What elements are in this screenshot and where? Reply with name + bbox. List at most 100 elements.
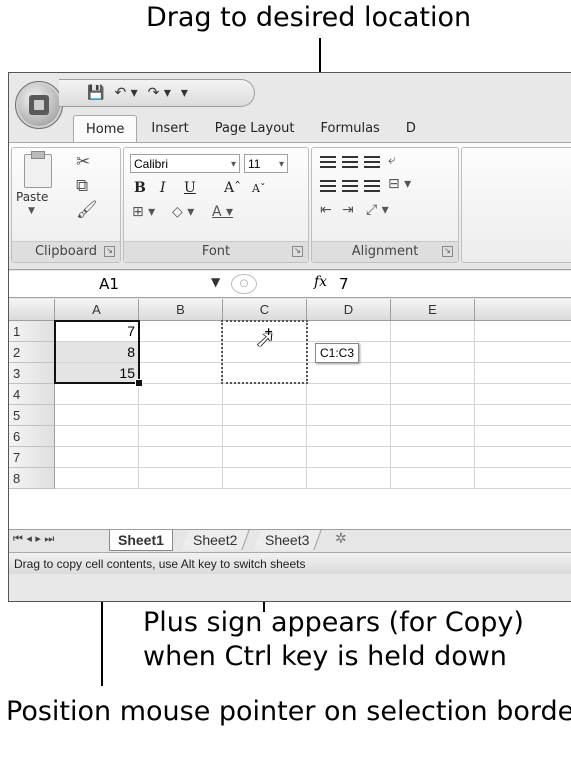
alignment-launcher-icon[interactable]: ↘ (442, 246, 453, 257)
cell[interactable] (139, 321, 223, 342)
sheet-navigation-icons[interactable]: ⏮ ◂ ▸ ⏭ (13, 532, 54, 546)
orientation-icon[interactable]: ⤢ ▾ (366, 202, 389, 218)
undo-icon[interactable]: ↶ ▾ (114, 85, 137, 101)
font-size-combo[interactable]: 11 ▾ (244, 154, 288, 173)
cell[interactable] (307, 321, 391, 342)
column-header-a[interactable]: A (55, 299, 139, 321)
cell[interactable] (55, 384, 139, 405)
font-name-combo[interactable]: Calibri ▾ (130, 154, 240, 173)
paste-dropdown-icon[interactable]: ▼ (28, 206, 35, 216)
cell[interactable] (55, 426, 139, 447)
merge-center-icon[interactable]: ⊟ ▾ (388, 176, 411, 192)
row-header-4[interactable]: 4 (9, 384, 55, 405)
cell[interactable] (223, 468, 307, 489)
column-header-e[interactable]: E (391, 299, 475, 321)
cell[interactable] (55, 468, 139, 489)
cell[interactable] (55, 405, 139, 426)
cell[interactable] (391, 384, 475, 405)
cell[interactable] (139, 447, 223, 468)
column-header-b[interactable]: B (139, 299, 223, 321)
cell[interactable] (139, 426, 223, 447)
formula-bar-expand-icon[interactable]: ○ (231, 274, 257, 294)
cell[interactable] (139, 468, 223, 489)
cell[interactable] (55, 447, 139, 468)
tab-data[interactable]: D (394, 115, 428, 143)
save-icon[interactable]: 💾 (87, 85, 104, 101)
increase-indent-icon[interactable]: ⇥ (342, 202, 354, 218)
cell[interactable] (307, 447, 391, 468)
customize-qat-icon[interactable]: ▾ (181, 85, 188, 101)
cell[interactable] (223, 405, 307, 426)
office-button[interactable] (15, 81, 63, 129)
wrap-text-icon[interactable]: ⤶ (388, 152, 396, 168)
cell[interactable] (391, 363, 475, 384)
insert-sheet-icon[interactable]: ✲ (335, 531, 347, 547)
cell[interactable] (307, 405, 391, 426)
worksheet-grid[interactable]: A B C D E 1 2 3 4 5 6 7 8 7 8 15 ➚ + C1:… (9, 299, 571, 529)
underline-button[interactable]: U (184, 180, 196, 196)
name-box[interactable]: A1 (9, 273, 209, 295)
cell[interactable] (475, 468, 571, 489)
row-header-2[interactable]: 2 (9, 342, 55, 363)
name-box-dropdown-icon[interactable]: ▼ (211, 275, 220, 289)
tab-insert[interactable]: Insert (139, 115, 200, 143)
cell[interactable] (475, 342, 571, 363)
align-middle-icon[interactable] (342, 156, 358, 170)
font-launcher-icon[interactable]: ↘ (292, 246, 303, 257)
align-left-icon[interactable] (320, 180, 336, 194)
cell[interactable] (223, 426, 307, 447)
select-all-corner[interactable] (9, 299, 55, 321)
cell[interactable] (139, 363, 223, 384)
cell[interactable] (391, 426, 475, 447)
formula-input[interactable]: 7 (339, 273, 349, 295)
row-header-7[interactable]: 7 (9, 447, 55, 468)
selection-border[interactable] (54, 320, 140, 384)
sheet-tab-sheet2[interactable]: Sheet2 (181, 530, 251, 550)
row-header-8[interactable]: 8 (9, 468, 55, 489)
bold-button[interactable]: B (134, 180, 146, 196)
cell[interactable] (223, 384, 307, 405)
column-header-c[interactable]: C (223, 299, 307, 321)
cell[interactable] (475, 426, 571, 447)
column-header-f[interactable] (475, 299, 571, 321)
align-top-icon[interactable] (320, 156, 336, 170)
cell[interactable] (307, 426, 391, 447)
cell[interactable] (475, 447, 571, 468)
cell[interactable] (307, 468, 391, 489)
cell[interactable] (391, 342, 475, 363)
cell[interactable] (475, 405, 571, 426)
cell[interactable] (391, 447, 475, 468)
tab-page-layout[interactable]: Page Layout (203, 115, 307, 143)
cut-icon[interactable]: ✂ (76, 152, 90, 172)
fill-handle[interactable] (135, 379, 143, 387)
decrease-indent-icon[interactable]: ⇤ (320, 202, 332, 218)
fill-color-icon[interactable]: ◇ ▾ (172, 204, 194, 220)
align-center-icon[interactable] (342, 180, 358, 194)
row-header-1[interactable]: 1 (9, 321, 55, 342)
column-header-d[interactable]: D (307, 299, 391, 321)
cell[interactable] (475, 321, 571, 342)
cell[interactable] (391, 405, 475, 426)
copy-icon[interactable]: ⧉ (76, 176, 88, 196)
sheet-tab-sheet3[interactable]: Sheet3 (253, 530, 323, 550)
cell[interactable] (307, 363, 391, 384)
cell[interactable] (139, 384, 223, 405)
row-header-5[interactable]: 5 (9, 405, 55, 426)
cell[interactable] (475, 363, 571, 384)
cell[interactable] (475, 384, 571, 405)
clipboard-launcher-icon[interactable]: ↘ (104, 246, 115, 257)
grow-font-button[interactable]: Aˆ (224, 180, 241, 196)
cell[interactable] (307, 384, 391, 405)
italic-button[interactable]: I (160, 180, 166, 196)
cell[interactable] (139, 405, 223, 426)
paste-button-label[interactable]: Paste (16, 190, 48, 204)
borders-icon[interactable]: ⊞ ▾ (132, 204, 155, 220)
cell[interactable] (139, 342, 223, 363)
font-color-icon[interactable]: A ▾ (212, 204, 233, 220)
cell[interactable] (391, 321, 475, 342)
row-header-3[interactable]: 3 (9, 363, 55, 384)
align-right-icon[interactable] (364, 180, 380, 194)
redo-icon[interactable]: ↷ ▾ (148, 85, 171, 101)
cell[interactable] (223, 447, 307, 468)
shrink-font-button[interactable]: Aˇ (252, 182, 265, 195)
